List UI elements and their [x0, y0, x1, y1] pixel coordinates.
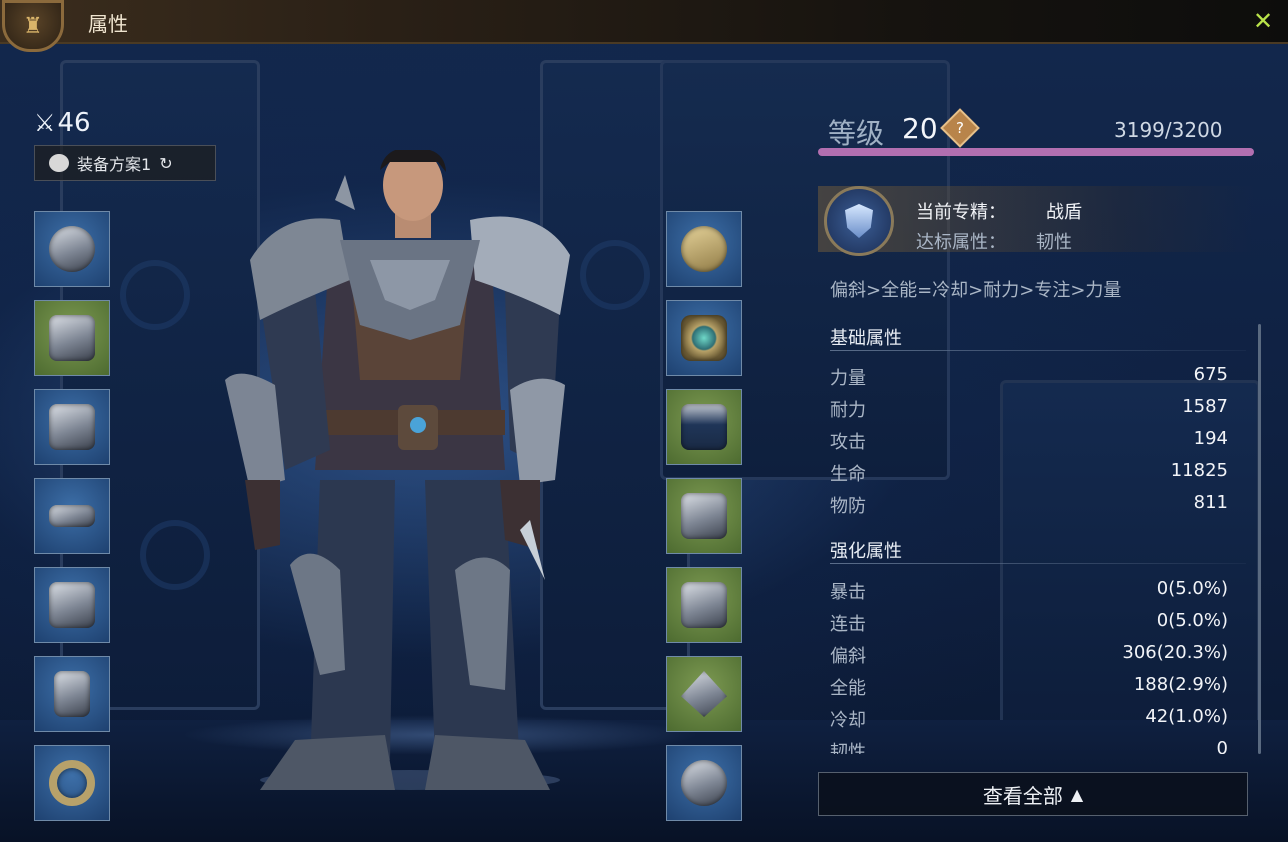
stat-value: 0: [1216, 738, 1228, 754]
equip-slot-belt[interactable]: [34, 478, 110, 554]
shield-icon: [845, 204, 873, 238]
stat-name: 连击: [830, 614, 866, 635]
stat-name: 生命: [830, 464, 866, 485]
stat-name: 偏斜: [830, 646, 866, 667]
section-divider: [830, 350, 1246, 351]
stat-name: 冷却: [830, 710, 866, 731]
necklace-icon: [681, 226, 727, 272]
shoulder-armor-icon: [49, 315, 95, 361]
equip-slot-necklace[interactable]: [666, 211, 742, 287]
title-bar: [0, 0, 1288, 44]
equip-slot-shoulders[interactable]: [34, 300, 110, 376]
stat-row: 连击 0(5.0%): [830, 610, 1228, 642]
chevron-up-icon: ▲: [1070, 784, 1084, 804]
spec-label: 当前专精：: [916, 202, 1006, 223]
refresh-icon: ↻: [159, 153, 173, 173]
stat-name: 物防: [830, 496, 866, 517]
experience-bar: [818, 148, 1254, 156]
experience-bar-fill: [818, 148, 1254, 156]
stat-value: 675: [1193, 364, 1228, 385]
stat-name: 力量: [830, 368, 866, 389]
stat-value: 194: [1193, 428, 1228, 449]
background-rune: [140, 520, 210, 590]
target-stat-label: 达标属性：: [916, 232, 1006, 253]
spec-value: 战盾: [1046, 202, 1082, 223]
stat-row: 耐力 1587: [830, 396, 1228, 428]
attributes-screen: ♜ 属性 ✕ ⚔46 装备方案1 ↻ 等级 20 ? 3199/3200 当前专…: [0, 0, 1288, 842]
loadout-button[interactable]: 装备方案1 ↻: [34, 145, 216, 181]
equip-slot-chest[interactable]: [34, 389, 110, 465]
character-model: [225, 150, 570, 790]
view-all-label: 查看全部: [982, 783, 1063, 808]
stat-row: 韧性 0: [830, 738, 1228, 754]
page-title: 属性: [88, 12, 128, 36]
stat-row: 全能 188(2.9%): [830, 674, 1228, 706]
stat-name: 全能: [830, 678, 866, 699]
background-rune: [120, 260, 190, 330]
stat-value: 0(5.0%): [1156, 610, 1228, 631]
stat-name: 攻击: [830, 432, 866, 453]
stat-name: 暴击: [830, 582, 866, 603]
boots-icon: [54, 671, 90, 717]
stat-row: 偏斜 306(20.3%): [830, 642, 1228, 674]
basic-attributes-title: 基础属性: [830, 328, 902, 349]
chest-armor-icon: [49, 404, 95, 450]
stat-value: 0(5.0%): [1156, 578, 1228, 599]
equip-slot-cloak[interactable]: [666, 389, 742, 465]
helmet-icon: [49, 226, 95, 272]
stat-row: 生命 11825: [830, 460, 1228, 492]
level-value: 20: [902, 112, 938, 145]
equip-slot-gloves[interactable]: [666, 567, 742, 643]
stat-priority: 偏斜>全能=冷却>耐力>专注>力量: [830, 280, 1122, 301]
stat-name: 耐力: [830, 400, 866, 421]
bracers-icon: [681, 493, 727, 539]
level-label: 等级: [828, 117, 885, 150]
stat-row: 暴击 0(5.0%): [830, 578, 1228, 610]
stat-value: 306(20.3%): [1122, 642, 1228, 663]
legs-armor-icon: [49, 582, 95, 628]
ring-icon: [49, 760, 95, 806]
charm-icon: [681, 671, 727, 717]
belt-icon: [49, 505, 95, 527]
equip-slot-amulet[interactable]: [666, 300, 742, 376]
stat-row: 冷却 42(1.0%): [830, 706, 1228, 738]
emblem-icon: ♜: [2, 0, 64, 52]
offhand-icon: [681, 760, 727, 806]
equip-slot-bracers[interactable]: [666, 478, 742, 554]
equip-slot-charm[interactable]: [666, 656, 742, 732]
help-glyph: ?: [956, 119, 964, 137]
close-icon[interactable]: ✕: [1250, 8, 1276, 34]
equip-slot-boots[interactable]: [34, 656, 110, 732]
view-all-button[interactable]: 查看全部 ▲: [818, 772, 1248, 816]
scrollbar[interactable]: [1258, 324, 1261, 754]
equip-slot-helmet[interactable]: [34, 211, 110, 287]
stat-row: 物防 811: [830, 492, 1228, 524]
power-value: 46: [57, 108, 91, 138]
cloak-icon: [681, 404, 727, 450]
equip-slot-offhand[interactable]: [666, 745, 742, 821]
stat-value: 188(2.9%): [1133, 674, 1228, 695]
experience-text: 3199/3200: [1114, 118, 1223, 142]
stat-value: 11825: [1170, 460, 1228, 481]
spec-emblem[interactable]: [824, 186, 894, 256]
stat-row: 力量 675: [830, 364, 1228, 396]
combat-power: ⚔46: [34, 108, 91, 138]
crossed-swords-icon: ⚔: [34, 109, 56, 137]
stat-name: 韧性: [830, 742, 866, 754]
stat-row: 攻击 194: [830, 428, 1228, 460]
equip-slot-legs[interactable]: [34, 567, 110, 643]
enhanced-stats-scroll[interactable]: 暴击 0(5.0%) 连击 0(5.0%) 偏斜 306(20.3%) 全能 188(2.9%…: [818, 560, 1248, 754]
equip-slot-ring[interactable]: [34, 745, 110, 821]
target-stat-value: 韧性: [1036, 232, 1072, 253]
stat-value: 1587: [1182, 396, 1228, 417]
gloves-icon: [681, 582, 727, 628]
bear-icon: [49, 154, 69, 172]
stat-value: 42(1.0%): [1145, 706, 1228, 727]
stat-value: 811: [1193, 492, 1228, 513]
amulet-icon: [681, 315, 727, 361]
loadout-label: 装备方案1: [77, 155, 152, 174]
